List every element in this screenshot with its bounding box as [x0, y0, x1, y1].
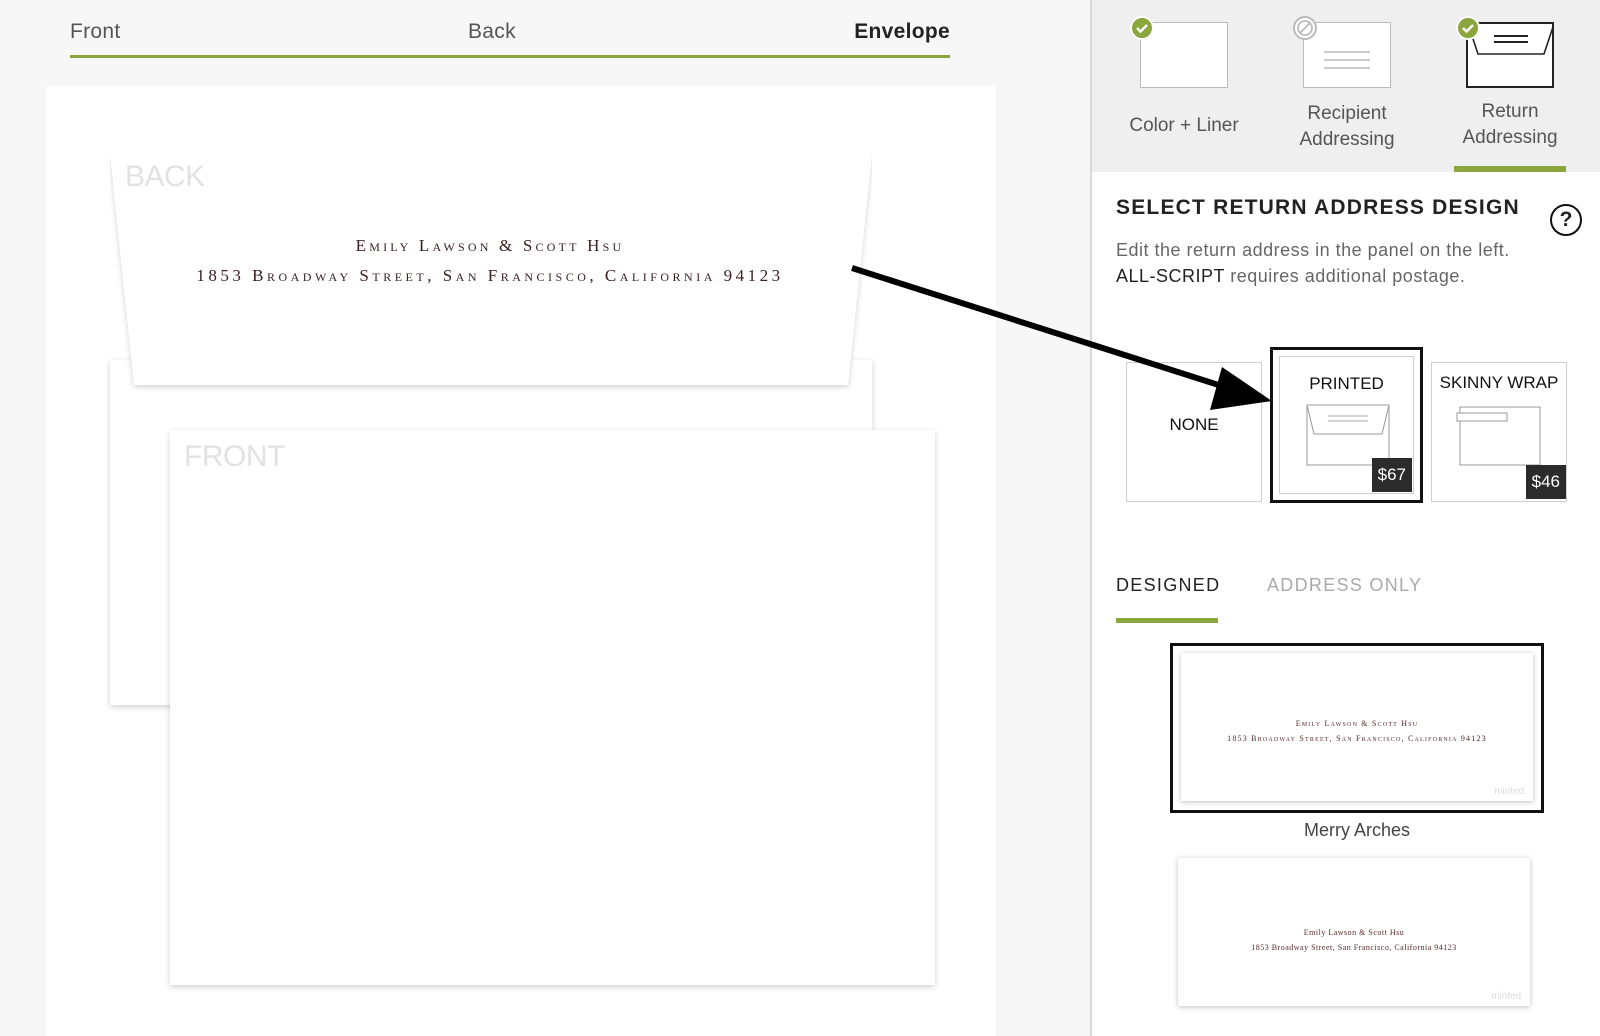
step-label: Addressing: [1462, 127, 1558, 148]
price-badge: $67: [1371, 458, 1412, 492]
design-line-1: Emily Lawson & Scott Hsu: [1303, 928, 1405, 937]
step-label: Color + Liner: [1129, 115, 1239, 136]
check-icon: [1456, 16, 1480, 40]
tab-envelope[interactable]: Envelope: [854, 20, 950, 44]
active-subtab-indicator: [1116, 618, 1218, 623]
option-skinny-wrap[interactable]: SKINNY WRAP $46: [1431, 362, 1567, 502]
desc-text: requires additional postage.: [1224, 266, 1466, 286]
step-nav: Color + Liner Recipient Addressing Retur…: [1092, 0, 1600, 172]
option-title: NONE: [1169, 415, 1219, 434]
envelope-front: FRONT: [170, 430, 935, 985]
option-title: SKINNY WRAP: [1439, 373, 1559, 392]
design-option-2[interactable]: Emily Lawson & Scott Hsu 1853 Broadway S…: [1170, 858, 1544, 1018]
check-icon: [1130, 16, 1154, 40]
back-label: BACK: [125, 160, 205, 193]
tab-address-only[interactable]: ADDRESS ONLY: [1267, 575, 1422, 596]
printed-envelope-icon: [1306, 404, 1390, 466]
step-recipient-addressing[interactable]: Recipient Addressing: [1277, 0, 1417, 172]
option-none[interactable]: NONE: [1126, 362, 1262, 502]
panel-title: SELECT RETURN ADDRESS DESIGN: [1116, 196, 1520, 219]
design-line-2: 1853 Broadway Street, San Francisco, Cal…: [1227, 734, 1487, 743]
price-badge: $46: [1525, 465, 1566, 499]
watermark: minted.: [1494, 786, 1527, 797]
return-address-street[interactable]: 1853 Broadway Street, San Francisco, Cal…: [140, 266, 840, 286]
step-return-addressing[interactable]: Return Addressing: [1440, 0, 1580, 172]
options-panel: Color + Liner Recipient Addressing Retur…: [1090, 0, 1600, 1036]
skinny-wrap-envelope-icon: [1456, 406, 1541, 466]
panel-description: Edit the return address in the panel on …: [1116, 237, 1536, 289]
help-icon[interactable]: ?: [1550, 204, 1582, 236]
disabled-icon: [1293, 16, 1317, 40]
design-line-2: 1853 Broadway Street, San Francisco, Cal…: [1251, 943, 1457, 952]
desc-emphasis: ALL-SCRIPT: [1116, 266, 1225, 286]
option-title: PRINTED: [1309, 374, 1384, 393]
return-address-name[interactable]: Emily Lawson & Scott Hsu: [140, 236, 840, 256]
design-line-1: Emily Lawson & Scott Hsu: [1295, 719, 1419, 728]
preview-area: Front Back Envelope BACK Emily Lawson & …: [0, 0, 1090, 1036]
active-step-indicator: [1454, 166, 1566, 172]
front-label: FRONT: [184, 440, 285, 473]
desc-text: Edit the return address in the panel on …: [1116, 240, 1510, 260]
view-tabs: Front Back Envelope: [70, 18, 950, 58]
design-preview: Emily Lawson & Scott Hsu 1853 Broadway S…: [1178, 858, 1530, 1006]
design-name: Merry Arches: [1303, 820, 1411, 840]
step-label: Return: [1481, 101, 1539, 122]
step-color-liner[interactable]: Color + Liner: [1114, 0, 1254, 172]
watermark: minted.: [1491, 991, 1524, 1002]
design-merry-arches[interactable]: Emily Lawson & Scott Hsu 1853 Broadway S…: [1170, 643, 1544, 813]
option-printed[interactable]: PRINTED $67: [1270, 347, 1423, 503]
design-preview: Emily Lawson & Scott Hsu 1853 Broadway S…: [1181, 653, 1533, 801]
tab-designed[interactable]: DESIGNED: [1116, 575, 1220, 596]
step-label: Recipient: [1307, 103, 1387, 124]
tab-front[interactable]: Front: [70, 20, 121, 44]
step-label: Addressing: [1299, 129, 1395, 150]
tab-back[interactable]: Back: [468, 20, 516, 44]
